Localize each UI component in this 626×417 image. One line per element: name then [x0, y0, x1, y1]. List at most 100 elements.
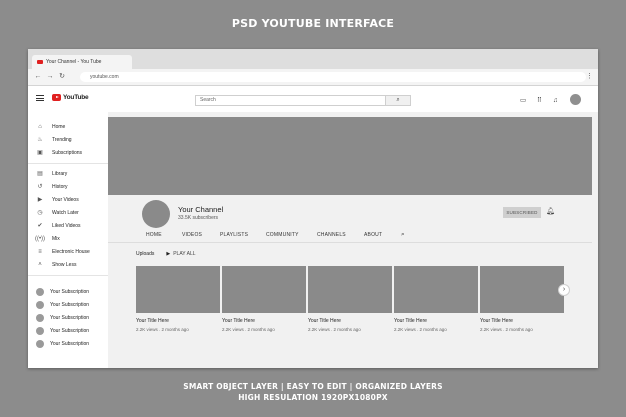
- notification-bell-icon[interactable]: 🔔︎: [546, 208, 555, 216]
- subscription-item[interactable]: Your Subscription: [28, 312, 108, 324]
- video-title[interactable]: Your Title Here: [222, 318, 306, 324]
- flame-icon: ♨: [37, 137, 43, 143]
- forward-arrow-icon[interactable]: →: [46, 73, 54, 81]
- video-card[interactable]: Your Title Here 2.2K views . 2 months ag…: [480, 266, 564, 332]
- subscription-label: Your Subscription: [50, 328, 90, 334]
- sidebar-item-label: Electronic House: [52, 249, 90, 255]
- search-button[interactable]: ⌕: [386, 95, 411, 106]
- subscription-avatar: [36, 301, 44, 309]
- sidebar-item-your-videos[interactable]: ▶ Your Videos: [28, 194, 108, 206]
- subscription-label: Your Subscription: [50, 302, 90, 308]
- sidebar-divider: [28, 275, 108, 276]
- tab-title: Your Channel - You Tube: [46, 59, 102, 65]
- sidebar-item-label: Trending: [52, 137, 72, 143]
- play-all-button[interactable]: ▶ PLAY ALL: [166, 251, 195, 257]
- subscription-item[interactable]: Your Subscription: [28, 338, 108, 350]
- video-card[interactable]: Your Title Here 2.2K views . 2 months ag…: [222, 266, 306, 332]
- youtube-header: YouTube Search ⌕ ▭ ⠿ ♫: [28, 86, 598, 112]
- subscribed-button[interactable]: SUBSCRIBED: [503, 207, 541, 218]
- video-thumbnail[interactable]: [308, 266, 392, 313]
- video-thumbnail[interactable]: [394, 266, 478, 313]
- sidebar-item-watch-later[interactable]: ◷ Watch Later: [28, 207, 108, 219]
- history-icon: ↺: [37, 184, 43, 190]
- tab-home[interactable]: HOME: [146, 232, 162, 238]
- apps-icon[interactable]: ⠿: [537, 97, 542, 104]
- search-icon: ⌕: [396, 97, 400, 103]
- sidebar-item-liked-videos[interactable]: ✔ Liked Videos: [28, 220, 108, 232]
- subscription-item[interactable]: Your Subscription: [28, 299, 108, 311]
- sidebar-item-home[interactable]: ⌂ Home: [28, 121, 108, 133]
- sidebar-item-mix[interactable]: ((•)) Mix: [28, 233, 108, 245]
- sidebar-item-library[interactable]: ▤ Library: [28, 168, 108, 180]
- search-input[interactable]: Search: [195, 95, 386, 106]
- clock-icon: ◷: [37, 210, 43, 216]
- youtube-logo-icon: [52, 94, 61, 101]
- tab-strip: Your Channel - You Tube: [28, 49, 598, 69]
- tab-community[interactable]: COMMUNITY: [266, 232, 299, 238]
- video-thumbnail[interactable]: [222, 266, 306, 313]
- play-icon: ▶: [166, 251, 171, 257]
- video-thumbnail[interactable]: [480, 266, 564, 313]
- subscriber-count: 33.5K subscribers: [178, 215, 219, 221]
- url-field[interactable]: youtube.com: [80, 72, 586, 82]
- headline: PSD YOUTUBE INTERFACE: [231, 17, 395, 30]
- video-card[interactable]: Your Title Here 2.2K views . 2 months ag…: [308, 266, 392, 332]
- subscription-label: Your Subscription: [50, 315, 90, 321]
- create-video-icon[interactable]: ▭: [520, 97, 526, 104]
- sidebar-divider: [28, 163, 108, 164]
- sidebar-item-history[interactable]: ↺ History: [28, 181, 108, 193]
- logo-wordmark: YouTube: [63, 94, 89, 101]
- video-card[interactable]: Your Title Here 2.2K views . 2 months ag…: [394, 266, 478, 332]
- sidebar-item-label: Library: [52, 171, 68, 177]
- sidebar-item-electronic-house[interactable]: ≡ Electronic House: [28, 246, 108, 258]
- sidebar-item-label: Show Less: [52, 262, 77, 268]
- reload-icon[interactable]: ↻: [58, 73, 66, 81]
- video-meta: 2.2K views . 2 months ago: [480, 327, 533, 332]
- sidebar-item-label: Liked Videos: [52, 223, 81, 229]
- channel-banner: [108, 117, 592, 195]
- home-icon: ⌂: [38, 124, 42, 130]
- next-arrow-button[interactable]: ›: [558, 284, 570, 296]
- bell-icon[interactable]: ♫: [553, 97, 558, 104]
- subscriptions-icon: ▣: [37, 150, 43, 156]
- video-meta: 2.2K views . 2 months ago: [136, 327, 189, 332]
- video-title[interactable]: Your Title Here: [394, 318, 478, 324]
- search-icon[interactable]: ⌕: [401, 231, 405, 238]
- subscription-label: Your Subscription: [50, 289, 90, 295]
- channel-name: Your Channel: [178, 205, 224, 214]
- sidebar-item-subscriptions[interactable]: ▣ Subscriptions: [28, 147, 108, 159]
- tab-videos[interactable]: VIDEOS: [182, 232, 202, 238]
- sidebar-item-show-less[interactable]: ˄ Show Less: [28, 259, 108, 271]
- video-title[interactable]: Your Title Here: [480, 318, 564, 324]
- sidebar-item-label: Subscriptions: [52, 150, 83, 156]
- playlist-icon: ≡: [38, 249, 42, 255]
- sidebar-item-label: Watch Later: [52, 210, 79, 216]
- video-thumbnail[interactable]: [136, 266, 220, 313]
- back-arrow-icon[interactable]: ←: [34, 73, 42, 81]
- menu-icon[interactable]: [36, 95, 44, 101]
- tab-about[interactable]: ABOUT: [364, 232, 382, 238]
- channel-avatar[interactable]: [142, 200, 170, 228]
- subscription-label: Your Subscription: [50, 341, 90, 347]
- subscription-avatar: [36, 340, 44, 348]
- play-circle-icon: ▶: [37, 197, 43, 203]
- channel-main: Your Channel 33.5K subscribers SUBSCRIBE…: [108, 112, 598, 368]
- video-title[interactable]: Your Title Here: [136, 318, 220, 324]
- browser-tab[interactable]: Your Channel - You Tube: [32, 55, 132, 69]
- subscription-item[interactable]: Your Subscription: [28, 325, 108, 337]
- channel-tabs: HOME VIDEOS PLAYLISTS COMMUNITY CHANNELS…: [108, 229, 592, 243]
- tab-playlists[interactable]: PLAYLISTS: [220, 232, 248, 238]
- video-title[interactable]: Your Title Here: [308, 318, 392, 324]
- subscription-item[interactable]: Your Subscription: [28, 286, 108, 298]
- tab-channels[interactable]: CHANNELS: [317, 232, 346, 238]
- video-card[interactable]: Your Title Here 2.2K views . 2 months ag…: [136, 266, 220, 332]
- account-avatar[interactable]: [570, 94, 581, 105]
- youtube-favicon-icon: [37, 60, 43, 64]
- uploads-label: Uploads: [136, 251, 155, 257]
- more-vert-icon[interactable]: ⋮: [586, 73, 593, 81]
- video-meta: 2.2K views . 2 months ago: [222, 327, 275, 332]
- library-icon: ▤: [37, 171, 43, 177]
- video-meta: 2.2K views . 2 months ago: [394, 327, 447, 332]
- youtube-logo[interactable]: YouTube: [52, 94, 89, 101]
- sidebar-item-trending[interactable]: ♨ Trending: [28, 134, 108, 146]
